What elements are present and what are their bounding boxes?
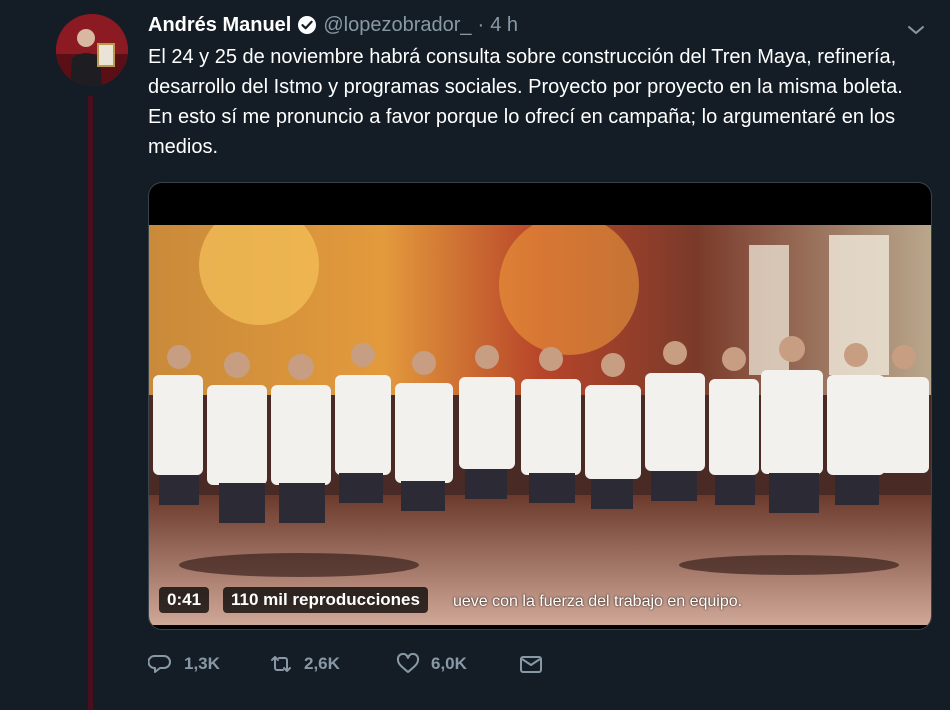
video-thumbnail[interactable] [149, 225, 931, 625]
separator: · [477, 13, 485, 36]
reply-button[interactable]: 1,3K [148, 651, 268, 677]
direct-message-button[interactable] [518, 651, 544, 677]
thread-line [88, 96, 93, 710]
timestamp[interactable]: 4 h [490, 14, 518, 37]
author-handle[interactable]: @lopezobrador_ [323, 14, 471, 37]
avatar[interactable] [56, 14, 128, 86]
tweet-actions: 1,3K 2,6K 6,0K [148, 650, 544, 678]
envelope-icon [520, 656, 542, 673]
tweet-text: El 24 y 25 de noviembre habrá consulta s… [148, 46, 909, 158]
verified-badge-icon [297, 15, 317, 35]
retweet-button[interactable]: 2,6K [268, 651, 395, 677]
chevron-down-icon[interactable] [904, 18, 928, 42]
reply-count: 1,3K [184, 654, 220, 673]
tweet-header: Andrés Manuel @lopezobrador_ · 4 h [148, 12, 518, 38]
retweet-count: 2,6K [304, 654, 340, 673]
like-button[interactable]: 6,0K [395, 651, 518, 677]
video-duration: 0:41 [159, 587, 210, 613]
video-player[interactable]: ueve con la fuerza del trabajo en equipo… [148, 182, 932, 630]
video-views: 110 mil reproducciones [223, 587, 428, 613]
video-caption: ueve con la fuerza del trabajo en equipo… [453, 593, 743, 610]
retweet-icon [271, 656, 291, 672]
heart-icon [396, 652, 420, 673]
author-name[interactable]: Andrés Manuel [148, 14, 291, 37]
like-count: 6,0K [431, 654, 467, 673]
reply-icon [148, 655, 171, 673]
